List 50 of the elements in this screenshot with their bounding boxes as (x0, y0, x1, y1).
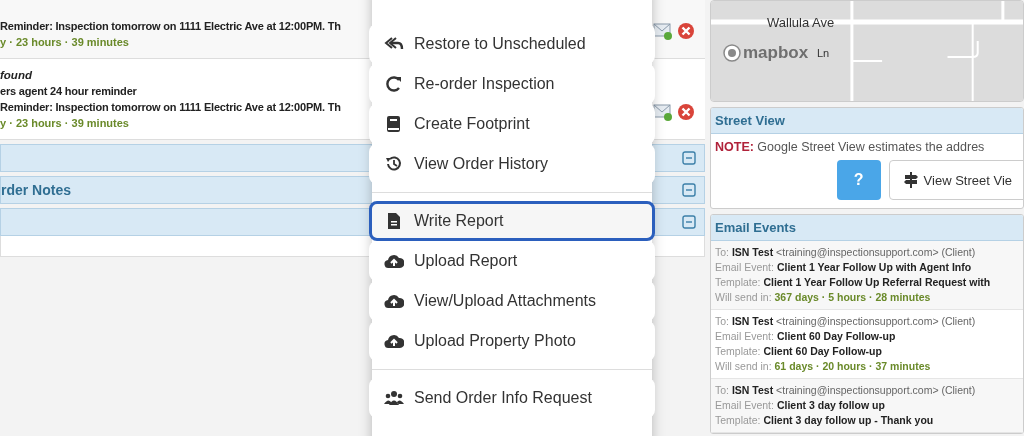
cloud-upload-icon (384, 252, 404, 270)
reminder-send-time: y · 23 hours · 39 minutes (0, 116, 130, 131)
street-label: Wallula Ave (767, 15, 835, 30)
email-event: Email Event: Client 60 Day Follow-up (715, 329, 897, 344)
panel-title: Street View (711, 108, 1023, 134)
email-recipient: To: ISN Test <training@inspectionsupport.com> (Client) (715, 245, 977, 260)
reminder-subject: Reminder: Inspection tomorrow on 1111 Electric Ave at 12:00PM. Th (0, 19, 342, 34)
note-text: NOTE: Google Street View estimates the addres (714, 139, 986, 156)
collapse-icon[interactable] (682, 183, 696, 197)
cloud-upload-icon (384, 332, 404, 350)
reminder-name: ers agent 24 hour reminder (0, 84, 138, 99)
street-label: Ln (817, 47, 830, 59)
delete-icon[interactable] (677, 103, 695, 121)
people-icon (384, 389, 404, 407)
logo-icon (723, 44, 741, 62)
menu-item[interactable]: Upload Report (369, 241, 655, 281)
email-template: Template: Client 3 day follow up - Thank you (715, 413, 935, 428)
panel-title: rder Notes (1, 182, 72, 198)
panel-title: Email Events (711, 215, 1023, 241)
delete-icon[interactable] (677, 22, 695, 40)
reminder-subject: Reminder: Inspection tomorrow on 1111 Electric Ave at 12:00PM. Th (0, 100, 342, 115)
logo-text: mapbox (743, 43, 809, 63)
email-send-time: Will send in: 367 days · 5 hours · 28 minutes (715, 290, 932, 305)
map-drawing[interactable] (711, 1, 1023, 101)
menu-item[interactable]: Restore to Unscheduled (369, 24, 655, 64)
email-send-time: Will send in: 61 days · 20 hours · 37 minutes (715, 359, 932, 374)
menu-item[interactable]: View Order History (369, 144, 655, 184)
menu-item[interactable]: Send Order Info Request (369, 378, 655, 418)
menu-item[interactable]: Re-order Inspection (369, 64, 655, 104)
email-event: Email Event: Client 3 day follow up (715, 398, 886, 413)
envelope-icon[interactable] (653, 22, 673, 40)
reload-arrow-icon (384, 75, 404, 93)
reminder-send-time: y · 23 hours · 39 minutes (0, 35, 130, 50)
envelope-icon[interactable] (653, 103, 673, 121)
signpost-icon (903, 172, 918, 188)
collapse-icon[interactable] (682, 151, 696, 165)
email-recipient: To: ISN Test <training@inspectionsupport.com> (Client) (715, 383, 977, 398)
email-template: Template: Client 1 Year Follow Up Referral Request with (715, 275, 992, 290)
menu-item[interactable]: Write Report (369, 201, 655, 241)
email-event: Email Event: Client 1 Year Follow Up with Agent Info (715, 260, 973, 275)
email-recipient: To: ISN Test <training@inspectionsupport.com> (Client) (715, 314, 977, 329)
collapse-icon[interactable] (682, 215, 696, 229)
menu-item[interactable]: Create Footprint (369, 104, 655, 144)
email-template: Template: Client 60 Day Follow-up (715, 344, 883, 359)
menu-item[interactable]: Upload Property Photo (369, 321, 655, 361)
menu-item[interactable]: View/Upload Attachments (369, 281, 655, 321)
view-street-view-button[interactable]: View Street Vie (888, 160, 1023, 200)
reminder-status: found (0, 68, 33, 83)
history-clock-icon (384, 155, 404, 173)
cloud-upload-icon (384, 292, 404, 310)
